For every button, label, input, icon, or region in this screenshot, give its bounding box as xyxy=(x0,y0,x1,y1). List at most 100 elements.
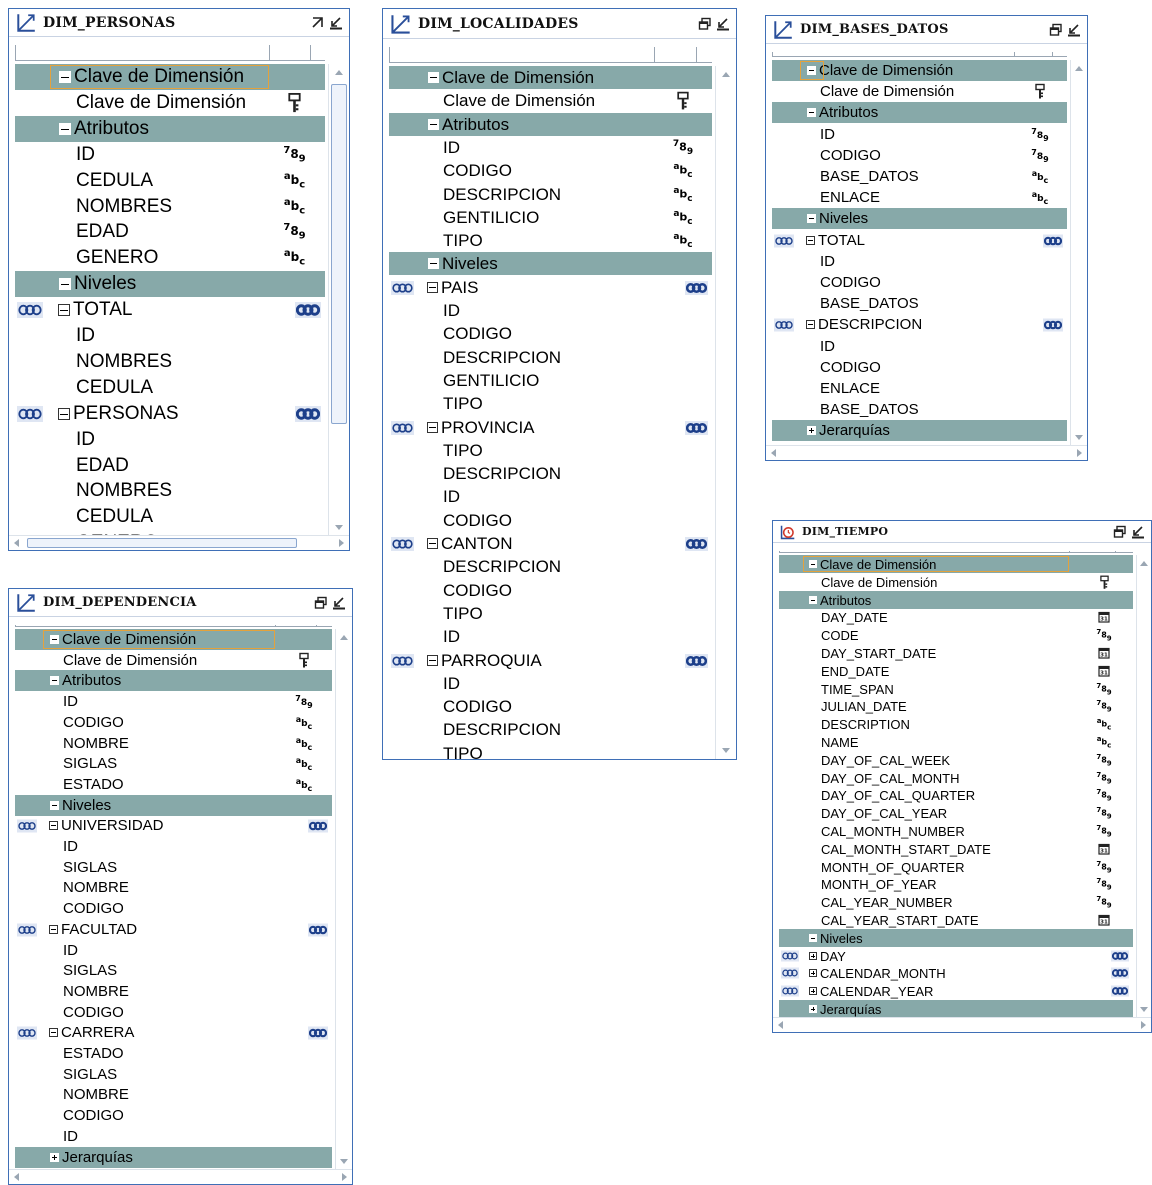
attribute-row-id[interactable]: ID 789 xyxy=(15,691,332,712)
attribute-row-codigo[interactable]: CODIGO xyxy=(389,579,712,602)
expand-icon[interactable] xyxy=(50,1153,59,1162)
attribute-row-codigo[interactable]: CODIGO xyxy=(15,1002,332,1023)
attribute-row-codigo[interactable]: CODIGO xyxy=(389,322,712,345)
attribute-row-tipo[interactable]: TIPO xyxy=(389,742,712,760)
attribute-row-codigo[interactable]: CODIGO 789 xyxy=(772,145,1067,166)
attribute-row-name[interactable]: NAME abc xyxy=(779,733,1133,751)
collapse-icon[interactable] xyxy=(807,214,816,223)
attribute-row-id[interactable]: ID xyxy=(772,336,1067,357)
collapse-icon[interactable] xyxy=(809,560,817,568)
attribute-row-codigo[interactable]: CODIGO xyxy=(389,695,712,718)
section-header-clave-de-dimension[interactable]: Clave de Dimensión xyxy=(772,60,1067,81)
attribute-row-base-datos[interactable]: BASE_DATOS abc xyxy=(772,166,1067,187)
attribute-row-clave-de-dimension[interactable]: Clave de Dimensión xyxy=(389,89,712,112)
collapse-icon[interactable] xyxy=(59,123,71,135)
attribute-row-day-of-cal-week[interactable]: DAY_OF_CAL_WEEK 789 xyxy=(779,751,1133,769)
vertical-scrollbar[interactable] xyxy=(715,66,736,759)
section-header-atributos[interactable]: Atributos xyxy=(772,102,1067,123)
panel-title-bar[interactable]: DIM_BASES_DATOS xyxy=(766,16,1087,44)
panel-title-bar[interactable]: DIM_LOCALIDADES xyxy=(383,9,736,39)
collapse-icon[interactable] xyxy=(49,1028,58,1037)
attribute-row-clave-de-dimension[interactable]: Clave de Dimensión xyxy=(772,81,1067,102)
attribute-row-estado[interactable]: ESTADO xyxy=(15,1043,332,1064)
attribute-row-description[interactable]: DESCRIPTION abc xyxy=(779,715,1133,733)
attribute-row-id[interactable]: ID xyxy=(389,625,712,648)
attribute-row-enlace[interactable]: ENLACE abc xyxy=(772,187,1067,208)
attribute-row-id[interactable]: ID xyxy=(15,1126,332,1147)
section-header-atributos[interactable]: Atributos xyxy=(779,591,1133,609)
attribute-row-id[interactable]: ID xyxy=(389,299,712,322)
attribute-row-tipo[interactable]: TIPO xyxy=(389,602,712,625)
attribute-row-gentilicio[interactable]: GENTILICIO xyxy=(389,369,712,392)
level-row-canton[interactable]: CANTON xyxy=(389,532,712,555)
attribute-row-clave-de-dimension[interactable]: Clave de Dimensión xyxy=(15,650,332,671)
attribute-row-clave-de-dimension[interactable]: Clave de Dimensión xyxy=(779,573,1133,591)
section-header-jerarquias[interactable]: Jerarquías xyxy=(779,1000,1133,1018)
panel-dim-bases-datos[interactable]: DIM_BASES_DATOS Clave de Dimensión Clave d… xyxy=(765,15,1088,461)
attribute-row-id[interactable]: ID xyxy=(15,323,325,349)
undock-arrow-icon[interactable] xyxy=(311,16,325,30)
attribute-row-base-datos[interactable]: BASE_DATOS xyxy=(772,293,1067,314)
collapse-icon[interactable] xyxy=(50,676,59,685)
collapse-icon[interactable] xyxy=(49,821,58,830)
attribute-row-codigo[interactable]: CODIGO xyxy=(772,272,1067,293)
vertical-scrollbar[interactable] xyxy=(1070,60,1087,446)
section-header-clave-de-dimension[interactable]: Clave de Dimensión xyxy=(389,66,712,89)
scroll-right-arrow-icon[interactable] xyxy=(1141,1021,1146,1029)
attribute-row-day-date[interactable]: DAY_DATE 31 xyxy=(779,608,1133,626)
level-row-calendar-year[interactable]: CALENDAR_YEAR xyxy=(779,982,1133,1000)
section-header-atributos[interactable]: Atributos xyxy=(15,670,332,691)
attribute-row-code[interactable]: CODE 789 xyxy=(779,626,1133,644)
attribute-row-id[interactable]: ID xyxy=(15,836,332,857)
level-row-parroquia[interactable]: PARROQUIA xyxy=(389,649,712,672)
scroll-down-arrow-icon[interactable] xyxy=(1140,1007,1148,1012)
horizontal-scrollbar[interactable] xyxy=(9,1169,352,1184)
expand-icon[interactable] xyxy=(809,969,817,977)
attribute-row-id[interactable]: ID xyxy=(389,672,712,695)
collapse-icon[interactable] xyxy=(809,596,817,604)
attribute-row-julian-date[interactable]: JULIAN_DATE 789 xyxy=(779,697,1133,715)
collapse-icon[interactable] xyxy=(806,236,815,245)
level-row-universidad[interactable]: UNIVERSIDAD xyxy=(15,815,332,836)
attribute-row-descripcion[interactable]: DESCRIPCION xyxy=(389,346,712,369)
section-header-niveles[interactable]: Niveles xyxy=(15,795,332,816)
attribute-row-tipo[interactable]: TIPO abc xyxy=(389,229,712,252)
vertical-scrollbar[interactable] xyxy=(335,629,352,1170)
section-header-niveles[interactable]: Niveles xyxy=(772,208,1067,229)
attribute-row-edad[interactable]: EDAD xyxy=(15,453,325,479)
collapse-icon[interactable] xyxy=(427,422,438,433)
scroll-down-arrow-icon[interactable] xyxy=(1075,435,1083,440)
attribute-row-nombre[interactable]: NOMBRE xyxy=(15,877,332,898)
attribute-row-codigo[interactable]: CODIGO xyxy=(15,898,332,919)
panel-dim-tiempo[interactable]: DIM_TIEMPO Clave de Dimensión Clave de Dim… xyxy=(772,520,1152,1033)
expand-icon[interactable] xyxy=(809,952,817,960)
attribute-row-id[interactable]: ID 789 xyxy=(772,124,1067,145)
vertical-scrollbar[interactable] xyxy=(328,64,349,536)
expand-icon[interactable] xyxy=(809,1005,817,1013)
scroll-down-arrow-icon[interactable] xyxy=(722,748,730,753)
attribute-row-cal-month-number[interactable]: CAL_MONTH_NUMBER 789 xyxy=(779,822,1133,840)
attribute-row-cedula[interactable]: CEDULA abc xyxy=(15,168,325,194)
collapse-icon[interactable] xyxy=(59,71,71,83)
scroll-thumb[interactable] xyxy=(331,84,347,424)
collapse-icon[interactable] xyxy=(428,72,439,83)
level-row-descripcion[interactable]: DESCRIPCION xyxy=(772,314,1067,335)
scroll-right-arrow-icon[interactable] xyxy=(1077,449,1082,457)
scroll-down-arrow-icon[interactable] xyxy=(340,1159,348,1164)
scroll-left-arrow-icon[interactable] xyxy=(14,1173,19,1181)
section-header-niveles[interactable]: Niveles xyxy=(15,271,325,297)
attribute-row-cal-year-number[interactable]: CAL_YEAR_NUMBER 789 xyxy=(779,893,1133,911)
collapse-icon[interactable] xyxy=(50,801,59,810)
attribute-row-month-of-year[interactable]: MONTH_OF_YEAR 789 xyxy=(779,875,1133,893)
attribute-row-estado[interactable]: ESTADO abc xyxy=(15,774,332,795)
horizontal-scrollbar[interactable] xyxy=(773,1017,1151,1032)
attribute-row-descripcion[interactable]: DESCRIPCION xyxy=(389,462,712,485)
attribute-row-descripcion[interactable]: DESCRIPCION xyxy=(389,718,712,741)
scroll-up-arrow-icon[interactable] xyxy=(340,635,348,640)
attribute-row-siglas[interactable]: SIGLAS xyxy=(15,857,332,878)
panel-dim-dependencia[interactable]: DIM_DEPENDENCIA Clave de Dimensión Clave d… xyxy=(8,588,353,1185)
horizontal-scrollbar[interactable] xyxy=(9,535,349,550)
attribute-row-nombres[interactable]: NOMBRES abc xyxy=(15,194,325,220)
level-row-total[interactable]: TOTAL xyxy=(15,297,325,323)
scroll-up-arrow-icon[interactable] xyxy=(1075,66,1083,71)
